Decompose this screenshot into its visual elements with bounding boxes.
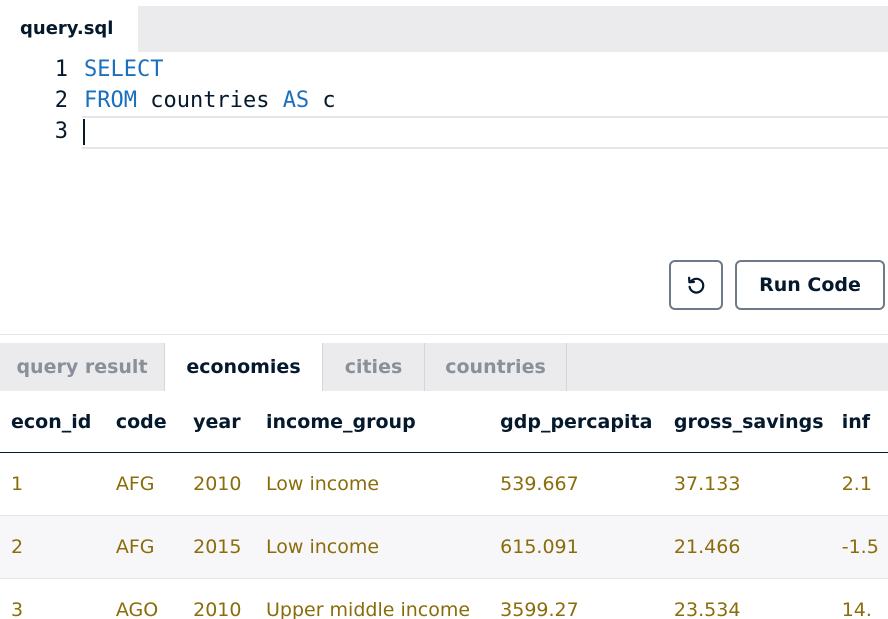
table-cell: Low income — [254, 515, 490, 579]
identifier-alias: c — [309, 88, 336, 113]
column-header[interactable]: gross_savings — [662, 391, 831, 453]
line-number: 2 — [54, 88, 68, 113]
column-header[interactable]: inf — [830, 391, 888, 453]
column-header[interactable]: income_group — [254, 391, 490, 453]
code-line-3: 3 — [0, 116, 888, 149]
line-number: 1 — [54, 57, 68, 82]
column-header[interactable]: code — [104, 391, 183, 453]
column-header[interactable]: year — [182, 391, 255, 453]
active-line-highlight — [82, 116, 888, 149]
column-header[interactable]: econ_id — [0, 391, 105, 453]
tab-economies[interactable]: economies — [165, 343, 322, 391]
code-text: FROM countries AS c — [84, 85, 336, 116]
keyword-select: SELECT — [84, 57, 164, 82]
table-cell: 21.466 — [662, 515, 831, 579]
table-cell: 37.133 — [662, 452, 831, 516]
text-cursor — [83, 119, 85, 145]
tab-countries[interactable]: countries — [425, 343, 567, 391]
tab-cities[interactable]: cities — [322, 343, 425, 391]
reset-arrow-icon — [688, 276, 705, 294]
table-cell: AFG — [104, 452, 183, 516]
table-cell: AGO — [104, 578, 183, 619]
table-cell: Upper middle income — [254, 578, 490, 619]
panel-divider — [0, 334, 888, 335]
table-row: 3 AGO 2010 Upper middle income 3599.27 2… — [0, 578, 888, 619]
run-code-button[interactable]: Run Code — [735, 260, 885, 310]
table-cell: 2.1 — [830, 452, 888, 516]
table-cell: 1 — [0, 452, 105, 516]
results-table: econ_id code year income_group gdp_perca… — [0, 391, 888, 619]
table-row: 1 AFG 2010 Low income 539.667 37.133 2.1 — [0, 452, 888, 516]
column-header[interactable]: gdp_percapita — [489, 391, 663, 453]
table-cell: 14. — [830, 578, 888, 619]
table-cell: 3 — [0, 578, 105, 619]
keyword-from: FROM — [84, 88, 137, 113]
file-tab-query-sql[interactable]: query.sql — [0, 6, 138, 52]
table-cell: 615.091 — [489, 515, 663, 579]
table-cell: 2010 — [182, 578, 255, 619]
tab-query-result[interactable]: query result — [0, 343, 165, 391]
results-tab-bar: query result economies cities countries — [0, 343, 888, 391]
code-line-1: 1 SELECT — [0, 54, 888, 85]
table-header-row: econ_id code year income_group gdp_perca… — [0, 391, 888, 453]
table-cell: AFG — [104, 515, 183, 579]
table-cell: 2 — [0, 515, 105, 579]
line-number: 3 — [54, 119, 68, 144]
keyword-as: AS — [282, 88, 310, 113]
table-cell: Low income — [254, 452, 490, 516]
reset-button[interactable] — [669, 260, 723, 310]
table-cell: 539.667 — [489, 452, 663, 516]
table-row: 2 AFG 2015 Low income 615.091 21.466 -1.… — [0, 515, 888, 579]
table-cell: 3599.27 — [489, 578, 663, 619]
code-text: SELECT — [84, 54, 163, 85]
code-line-2: 2 FROM countries AS c — [0, 85, 888, 116]
identifier-table: countries — [136, 88, 283, 113]
table-cell: -1.5 — [830, 515, 888, 579]
results-table-container[interactable]: econ_id code year income_group gdp_perca… — [0, 391, 888, 619]
table-cell: 23.534 — [662, 578, 831, 619]
table-cell: 2015 — [182, 515, 255, 579]
table-cell: 2010 — [182, 452, 255, 516]
editor-tab-bar: query.sql — [0, 6, 888, 52]
